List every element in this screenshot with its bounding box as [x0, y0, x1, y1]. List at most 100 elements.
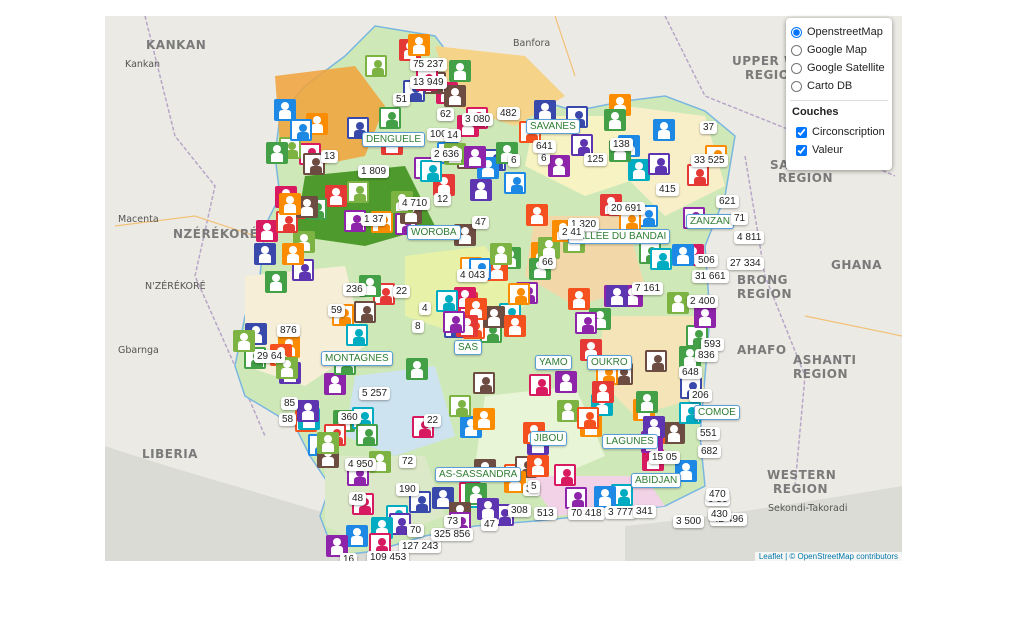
overlay-checkbox[interactable] [796, 126, 807, 138]
person-icon[interactable] [442, 311, 465, 334]
region-label[interactable]: WOROBA [407, 225, 461, 240]
basemap-radio[interactable] [791, 80, 802, 92]
market-icon[interactable] [407, 33, 430, 56]
basemap-option[interactable]: Carto DB [791, 78, 852, 94]
house-icon[interactable] [464, 145, 487, 168]
well-icon[interactable] [565, 487, 588, 510]
well-icon[interactable] [266, 141, 289, 164]
school-icon[interactable] [435, 289, 458, 312]
house-icon[interactable] [567, 288, 590, 311]
person-icon[interactable] [503, 171, 526, 194]
region-label[interactable]: COMOE [694, 405, 740, 420]
overlay-option[interactable]: Valeur [796, 142, 843, 158]
house-icon[interactable] [592, 381, 615, 404]
value-badge: 415 [656, 183, 679, 196]
market-icon[interactable] [405, 358, 428, 381]
market-icon[interactable] [553, 463, 576, 486]
person-icon[interactable] [472, 408, 495, 431]
health-center-icon[interactable] [448, 395, 471, 418]
region-label[interactable]: AS-SASSANDRA [435, 467, 522, 482]
market-icon[interactable] [323, 372, 346, 395]
person-icon[interactable] [662, 422, 685, 445]
basemap-radio[interactable] [791, 26, 802, 38]
person-icon[interactable] [554, 371, 577, 394]
value-badge: 72 [399, 455, 417, 468]
well-icon[interactable] [603, 108, 626, 131]
health-center-icon[interactable] [355, 423, 378, 446]
school-icon[interactable] [274, 98, 297, 121]
place-label: REGION [737, 287, 792, 301]
value-badge: 59 [328, 304, 346, 317]
map-view[interactable]: KANKAN Kankan Macenta NZÉRÉKORÉ N'ZÉRÉKO… [105, 16, 902, 561]
well-icon[interactable] [648, 152, 671, 175]
basemap-radio[interactable] [791, 44, 802, 56]
person-icon[interactable] [635, 391, 658, 414]
value-badge: 109 453 [367, 551, 410, 561]
market-icon[interactable] [574, 312, 597, 335]
person-icon[interactable] [666, 291, 689, 314]
person-icon[interactable] [317, 432, 340, 455]
region-label[interactable]: LAGUNES [602, 434, 658, 449]
health-center-icon[interactable] [364, 54, 387, 77]
school-icon[interactable] [378, 106, 401, 129]
basemap-option[interactable]: Google Satellite [791, 60, 885, 76]
map-attribution[interactable]: Leaflet | © OpenStreetMap contributors [754, 552, 902, 561]
overlay-option[interactable]: Circonscription [796, 124, 885, 140]
health-center-icon[interactable] [469, 178, 492, 201]
value-badge: 6 [508, 154, 520, 167]
value-badge: 47 [472, 216, 490, 229]
school-icon[interactable] [605, 284, 628, 307]
person-icon[interactable] [232, 330, 255, 353]
house-icon[interactable] [672, 243, 695, 266]
basemap-option[interactable]: Google Map [791, 42, 867, 58]
market-icon[interactable] [649, 247, 672, 270]
well-icon[interactable] [345, 323, 368, 346]
overlay-checkbox[interactable] [796, 144, 807, 156]
person-icon[interactable] [289, 119, 312, 141]
health-center-icon[interactable] [490, 243, 513, 266]
value-badge: 4 950 [345, 458, 377, 471]
value-badge: 15 05 [649, 451, 681, 464]
school-icon[interactable] [628, 159, 651, 182]
market-icon[interactable] [443, 84, 466, 107]
region-label[interactable]: JIBOU [530, 431, 568, 446]
value-badge: 71 [731, 212, 749, 225]
region-label[interactable]: SAS [454, 340, 483, 355]
region-label[interactable]: ABIDJAN [631, 473, 682, 488]
person-icon[interactable] [278, 192, 301, 215]
health-center-icon[interactable] [694, 305, 717, 328]
school-icon[interactable] [529, 374, 552, 397]
basemap-option[interactable]: OpenstreetMap [791, 24, 883, 40]
health-center-icon[interactable] [547, 155, 570, 178]
school-icon[interactable] [419, 160, 442, 183]
well-icon[interactable] [576, 406, 599, 429]
region-label[interactable]: OUKRO [587, 355, 632, 370]
person-icon[interactable] [527, 455, 550, 478]
house-icon[interactable] [264, 270, 287, 293]
market-icon[interactable] [353, 300, 376, 323]
school-icon[interactable] [503, 314, 526, 337]
house-icon[interactable] [507, 282, 530, 305]
region-label[interactable]: MONTAGNES [321, 351, 393, 366]
house-icon[interactable] [645, 349, 668, 372]
health-center-icon[interactable] [449, 59, 472, 82]
school-icon[interactable] [254, 242, 277, 265]
value-badge: 2 400 [687, 295, 719, 308]
person-icon[interactable] [297, 399, 320, 422]
person-icon[interactable] [347, 180, 370, 203]
region-label[interactable]: DENGUELE [362, 132, 426, 147]
value-badge: 47 [481, 518, 499, 531]
house-icon[interactable] [593, 486, 616, 509]
basemap-radio[interactable] [791, 62, 802, 74]
house-icon[interactable] [687, 164, 710, 187]
house-icon[interactable] [281, 242, 304, 265]
school-icon[interactable] [325, 185, 348, 208]
house-icon[interactable] [345, 524, 368, 547]
region-label[interactable]: YAMO [535, 355, 572, 370]
house-icon[interactable] [473, 371, 496, 394]
region-label[interactable]: ZANZAN [686, 214, 734, 229]
market-icon[interactable] [525, 204, 548, 227]
value-badge: 138 [610, 138, 633, 151]
health-center-icon[interactable] [653, 118, 676, 141]
region-label[interactable]: SAVANES [526, 119, 580, 134]
